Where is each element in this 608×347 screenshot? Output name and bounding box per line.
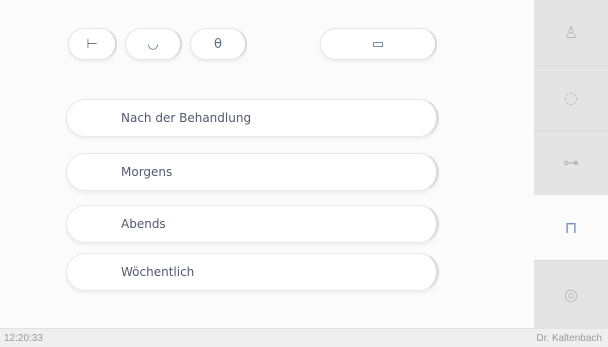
menu-item-evenings[interactable]: Abends [66,205,439,243]
menu-item-label: Abends [121,217,166,231]
status-time: 12:20:33 [4,333,43,344]
menu-item-after-treatment[interactable]: Nach der Behandlung [66,99,439,137]
mouthpiece-button[interactable]: ⊢ [68,28,117,60]
main-panel: ⊢ ◡ θ ▭ Nach der Behandlung Morgens Aben… [0,0,534,328]
status-user: Dr. Kaltenbach [536,333,602,344]
menu-item-mornings[interactable]: Morgens [66,153,439,191]
menu-item-weekly[interactable]: Wöchentlich [66,253,439,291]
spittoon-button[interactable]: ◡ [125,28,182,60]
menu-item-label: Morgens [121,165,173,179]
timer-icon: ◌ [564,88,578,107]
key-icon: ⊶ [563,153,579,172]
rail-item-timer[interactable]: ◌ [534,65,608,131]
rail-item-cleaning[interactable]: ⊓ [534,195,608,261]
screen-icon: ▭ [371,36,385,52]
tooth-icon: ♙ [563,23,579,42]
rail-item-settings[interactable]: ◎ [534,260,608,328]
menu-item-label: Nach der Behandlung [121,111,252,125]
cup-button[interactable]: θ [190,28,247,60]
screen-button[interactable]: ▭ [320,28,437,60]
mouthpiece-icon: ⊢ [86,36,98,52]
spittoon-icon: ◡ [147,36,159,52]
menu-item-label: Wöchentlich [121,265,195,279]
screen: ⊢ ◡ θ ▭ Nach der Behandlung Morgens Aben… [0,0,608,347]
side-nav-rail: ♙ ◌ ⊶ ⊓ ◎ [534,0,608,328]
rail-item-tooth[interactable]: ♙ [534,0,608,66]
rail-item-key[interactable]: ⊶ [534,130,608,196]
cleaning-cup-icon: ⊓ [564,218,578,237]
settings-icon: ◎ [564,284,578,304]
status-bar: 12:20:33 Dr. Kaltenbach [0,328,608,347]
cup-icon: θ [214,36,222,52]
